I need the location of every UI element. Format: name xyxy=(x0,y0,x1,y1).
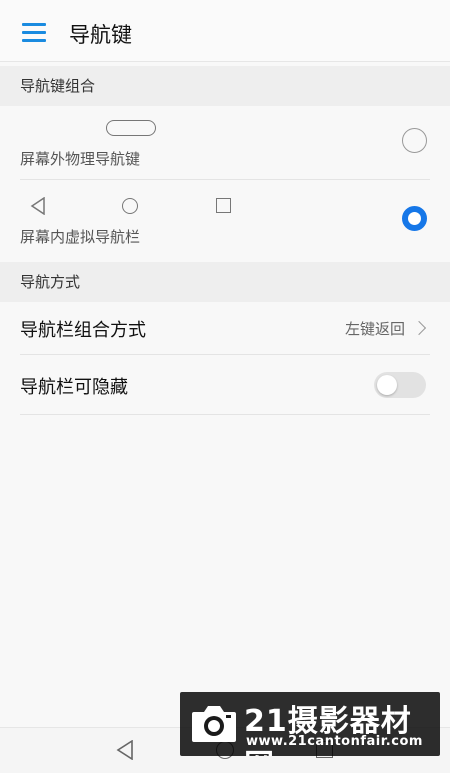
pill-home-key-icon xyxy=(106,120,156,136)
section-header-combination: 导航键组合 xyxy=(0,66,450,106)
camera-logo-icon xyxy=(192,706,236,742)
option-virtual-nav-bar[interactable]: 屏幕内虚拟导航栏 xyxy=(20,180,430,260)
radio-physical-keys[interactable] xyxy=(402,128,427,153)
nav-bar-combination-mode-label: 导航栏组合方式 xyxy=(20,320,146,341)
toggle-knob xyxy=(377,375,397,395)
nav-bar-combination-mode-value: 左键返回 xyxy=(345,320,406,338)
option-physical-keys-label: 屏幕外物理导航键 xyxy=(20,150,141,168)
back-triangle-icon[interactable] xyxy=(116,740,134,760)
hamburger-menu-icon[interactable] xyxy=(22,23,48,43)
watermark: 21摄影器材网 www.21cantonfair.com xyxy=(180,692,440,756)
nav-bar-combination-mode-row[interactable]: 导航栏组合方式 左键返回 xyxy=(20,302,430,355)
app-bar: 导航键 xyxy=(0,0,450,62)
recents-square-icon xyxy=(216,198,231,213)
nav-bar-hideable-toggle[interactable] xyxy=(374,372,426,398)
option-virtual-nav-bar-label: 屏幕内虚拟导航栏 xyxy=(20,228,141,246)
home-circle-icon xyxy=(122,198,138,214)
radio-virtual-nav-bar[interactable] xyxy=(402,206,427,231)
mode-settings-card: 导航栏组合方式 左键返回 导航栏可隐藏 xyxy=(0,302,450,417)
back-triangle-icon xyxy=(30,197,45,215)
section-header-mode: 导航方式 xyxy=(0,262,450,302)
combination-options-card: 屏幕外物理导航键 屏幕内虚拟导航栏 xyxy=(0,106,450,260)
nav-bar-hideable-label: 导航栏可隐藏 xyxy=(20,377,128,398)
watermark-url: www.21cantonfair.com xyxy=(246,734,423,749)
nav-bar-hideable-row[interactable]: 导航栏可隐藏 xyxy=(20,355,430,415)
chevron-right-icon xyxy=(411,320,427,336)
page-title: 导航键 xyxy=(69,23,132,47)
option-physical-keys[interactable]: 屏幕外物理导航键 xyxy=(20,106,430,180)
